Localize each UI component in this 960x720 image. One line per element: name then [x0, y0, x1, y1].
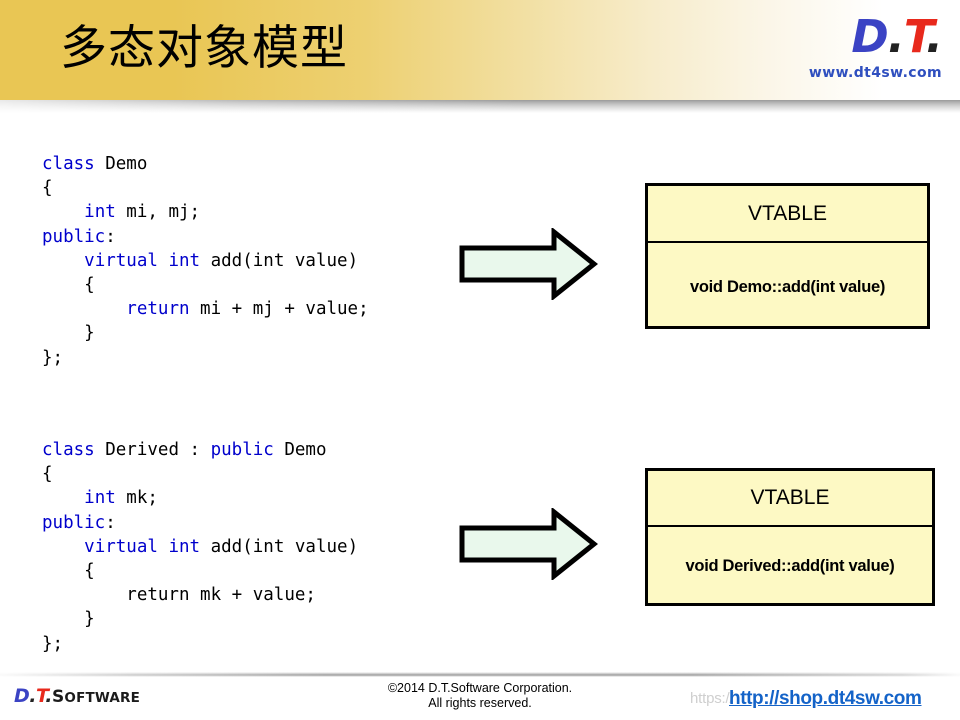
code-line: int mi, mj; — [42, 200, 369, 224]
code-text: add(int value) — [200, 250, 359, 271]
code-line: { — [42, 273, 369, 297]
page-title: 多态对象模型 — [60, 21, 348, 76]
vtable-demo-header: VTABLE — [648, 186, 927, 243]
code-text: mi + mj + value; — [189, 299, 369, 320]
code-text: }; — [42, 633, 64, 654]
vtable-box-demo: VTABLE void Demo::add(int value) — [645, 183, 930, 329]
code-text: mk; — [115, 488, 158, 509]
code-line: class Demo — [42, 152, 369, 176]
code-line: { — [42, 462, 358, 486]
footer-copyright: ©2014 D.T.Software Corporation. All righ… — [330, 681, 630, 711]
shop-url-link[interactable]: http://shop.dt4sw.com — [729, 688, 922, 710]
code-keyword: public — [42, 226, 106, 247]
brand-letter-t: T — [903, 10, 927, 63]
brand-dot-2: . — [925, 10, 943, 63]
code-line: return mk + value; — [42, 583, 358, 607]
footer-divider — [0, 672, 960, 677]
footer-logo: D.T.SOFTWARE — [14, 687, 140, 706]
brand-website-url: www.dt4sw.com — [808, 65, 942, 81]
code-text: { — [42, 275, 95, 296]
slide: 多态对象模型 D.T. www.dt4sw.com class Demo{ in… — [0, 0, 960, 720]
copyright-line-2: All rights reserved. — [428, 696, 532, 710]
code-text: add(int value) — [200, 536, 359, 557]
code-text: : — [105, 226, 116, 247]
code-line: virtual int add(int value) — [42, 249, 369, 273]
code-line: { — [42, 176, 369, 200]
code-line: } — [42, 607, 358, 631]
header-shadow-divider — [0, 100, 960, 113]
code-line: } — [42, 321, 369, 345]
code-text: } — [42, 323, 95, 344]
code-keyword: class — [42, 440, 95, 460]
footer-logo-dot-2: . — [45, 685, 52, 707]
code-keyword: virtual int — [84, 250, 201, 271]
code-line: return mi + mj + value; — [42, 297, 369, 321]
footer-logo-software-s: S — [51, 687, 65, 707]
arrow-demo-to-vtable — [459, 228, 598, 300]
code-text: { — [42, 561, 95, 582]
code-text: Demo — [94, 154, 148, 174]
code-text: Demo — [273, 440, 327, 460]
code-line: }; — [42, 632, 358, 656]
code-line: { — [42, 559, 358, 583]
code-line: public: — [42, 511, 358, 535]
code-line: }; — [42, 346, 369, 370]
brand-dt-wordmark: D.T. — [809, 14, 943, 59]
shop-url-ghost-text: https:// — [690, 690, 734, 707]
brand-letter-d: D — [851, 10, 888, 63]
code-line: class Derived : public Demo — [42, 438, 358, 462]
brand-logo: D.T. www.dt4sw.com — [808, 14, 943, 81]
code-line: public: — [42, 225, 369, 249]
footer-logo-letter-t: T — [36, 685, 46, 707]
code-text: }; — [42, 347, 64, 368]
copyright-line-1: ©2014 D.T.Software Corporation. — [387, 681, 573, 695]
code-keyword: int — [84, 488, 116, 509]
brand-dot-1: . — [887, 10, 905, 63]
code-keyword: virtual int — [84, 536, 201, 557]
code-block-demo: class Demo{ int mi, mj; public: virtual i… — [42, 152, 369, 370]
code-keyword: class — [42, 154, 95, 174]
footer-logo-letter-d: D — [14, 685, 30, 707]
code-text: } — [42, 609, 95, 630]
code-block-derived: class Derived : public Demo{ int mk; publ… — [42, 438, 358, 656]
code-text: Derived : — [94, 440, 211, 460]
footer-logo-software-rest: OFTWARE — [64, 690, 141, 706]
footer-logo-dot-1: . — [29, 685, 36, 707]
arrow-derived-to-vtable — [459, 508, 598, 580]
code-text: { — [42, 464, 53, 485]
code-keyword: public — [42, 512, 106, 533]
code-keyword: public — [210, 440, 274, 460]
code-text: { — [42, 178, 53, 199]
code-line: virtual int add(int value) — [42, 535, 358, 559]
code-text: return mk + value; — [42, 585, 316, 606]
code-text: : — [105, 512, 116, 533]
code-keyword: return — [126, 299, 190, 320]
vtable-derived-entry: void Derived::add(int value) — [685, 557, 895, 575]
vtable-box-derived: VTABLE void Derived::add(int value) — [645, 468, 935, 606]
code-keyword: int — [84, 202, 116, 223]
code-text: mi, mj; — [115, 202, 201, 223]
vtable-derived-header: VTABLE — [648, 471, 932, 527]
vtable-demo-entry: void Demo::add(int value) — [689, 277, 886, 296]
code-line: int mk; — [42, 486, 358, 510]
